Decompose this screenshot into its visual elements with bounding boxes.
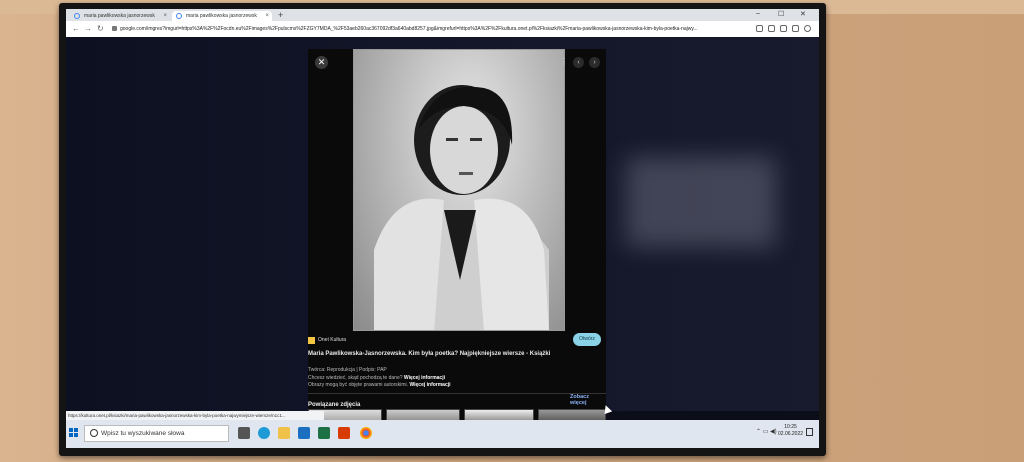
edge-icon[interactable]	[258, 427, 270, 439]
lock-icon	[112, 26, 117, 31]
taskbar-search[interactable]: Wpisz tu wyszukiwane słowa	[84, 425, 229, 442]
minimize-icon[interactable]: –	[756, 10, 760, 17]
close-window-icon[interactable]: ✕	[800, 10, 806, 18]
excel-icon[interactable]	[318, 427, 330, 439]
onet-favicon-icon	[308, 337, 315, 344]
tab-bar: maria pawlikowska jasnorzewsk × maria pa…	[66, 9, 819, 21]
divider	[308, 393, 606, 394]
notification-icon[interactable]	[806, 428, 813, 436]
portrait-drawing	[374, 85, 549, 330]
date: 02.06.2022	[778, 431, 804, 437]
google-icon	[176, 13, 182, 19]
tab-label: maria pawlikowska jasnorzewsk	[186, 13, 257, 19]
tab-label: maria pawlikowska jasnorzewsk	[84, 13, 155, 19]
browser-tab-2[interactable]: maria pawlikowska jasnorzewsk ×	[172, 11, 272, 21]
task-view-icon[interactable]	[238, 427, 250, 439]
source-name[interactable]: Onet Kultura	[318, 337, 346, 343]
profile-icon[interactable]	[804, 25, 811, 32]
windows-icon[interactable]	[69, 428, 79, 438]
see-more-link[interactable]: Zobacz więcej	[570, 394, 606, 406]
more-icon[interactable]: ⋮	[560, 57, 568, 66]
sidepanel-icon[interactable]	[792, 25, 799, 32]
address-bar: ← → ↻ google.com/imgres?imgurl=https%3A%…	[66, 21, 819, 38]
back-icon[interactable]: ←	[72, 24, 80, 33]
status-link: https://kultura.onet.pl/ksiazki/maria-pa…	[66, 411, 324, 420]
taskbar: Wpisz tu wyszukiwane słowa ⌃ ▭ ◀) 10:25 …	[66, 420, 819, 448]
visit-button[interactable]: Otwórz	[573, 333, 601, 346]
clock[interactable]: 10:25 02.06.2022	[778, 424, 803, 438]
maximize-icon[interactable]: ☐	[778, 10, 784, 18]
extensions-icon[interactable]	[780, 25, 787, 32]
mouse-cursor-icon	[601, 403, 613, 415]
related-title: Powiązane zdjęcia	[308, 402, 361, 408]
screen-reflection	[626, 157, 776, 247]
image-title[interactable]: Maria Pawlikowska-Jasnorzewska. Kim była…	[308, 351, 578, 357]
powerpoint-icon[interactable]	[338, 427, 350, 439]
close-tab-icon[interactable]: ×	[265, 11, 269, 21]
reload-icon[interactable]: ↻	[97, 24, 104, 33]
chevron-left-icon[interactable]: ‹	[573, 57, 584, 68]
search-placeholder: Wpisz tu wyszukiwane słowa	[101, 430, 185, 437]
new-tab-button[interactable]: +	[278, 10, 283, 20]
image-viewer-panel: ✕ ⋮ ‹ › Onet Kultura Otwórz Maria Pawlik…	[308, 49, 606, 429]
close-tab-icon[interactable]: ×	[163, 11, 167, 21]
share-icon[interactable]	[756, 25, 763, 32]
forward-icon[interactable]: →	[84, 24, 92, 33]
rights-info: Chcesz wiedzieć, skąd pochodzą te dane? …	[308, 375, 451, 389]
search-icon	[90, 429, 98, 437]
chevron-right-icon[interactable]: ›	[589, 57, 600, 68]
explorer-icon[interactable]	[278, 427, 290, 439]
monitor-screen: maria pawlikowska jasnorzewsk × maria pa…	[66, 9, 819, 448]
chrome-icon[interactable]	[360, 427, 372, 439]
portrait-image[interactable]	[353, 49, 565, 331]
time: 10:25	[784, 424, 797, 430]
url-field[interactable]: google.com/imgres?imgurl=https%3A%2F%2Fo…	[120, 24, 740, 34]
google-images-page: ✕ ⋮ ‹ › Onet Kultura Otwórz Maria Pawlik…	[66, 37, 819, 429]
close-icon[interactable]: ✕	[315, 56, 328, 69]
rights-link[interactable]: Więcej informacji	[409, 382, 450, 388]
bookmark-icon[interactable]	[768, 25, 775, 32]
outlook-icon[interactable]	[298, 427, 310, 439]
rights-question: Obrazy mogą być objęte prawami autorskim…	[308, 382, 409, 388]
google-icon	[74, 13, 80, 19]
origin-link[interactable]: Więcej informacji	[404, 375, 445, 381]
origin-question: Chcesz wiedzieć, skąd pochodzą te dane?	[308, 375, 403, 381]
tray-icons[interactable]: ⌃ ▭ ◀)	[756, 428, 777, 435]
browser-tab-1[interactable]: maria pawlikowska jasnorzewsk ×	[70, 11, 170, 21]
image-credit: Twórca: Reprodukcja | Podpis: PAP	[308, 367, 387, 373]
